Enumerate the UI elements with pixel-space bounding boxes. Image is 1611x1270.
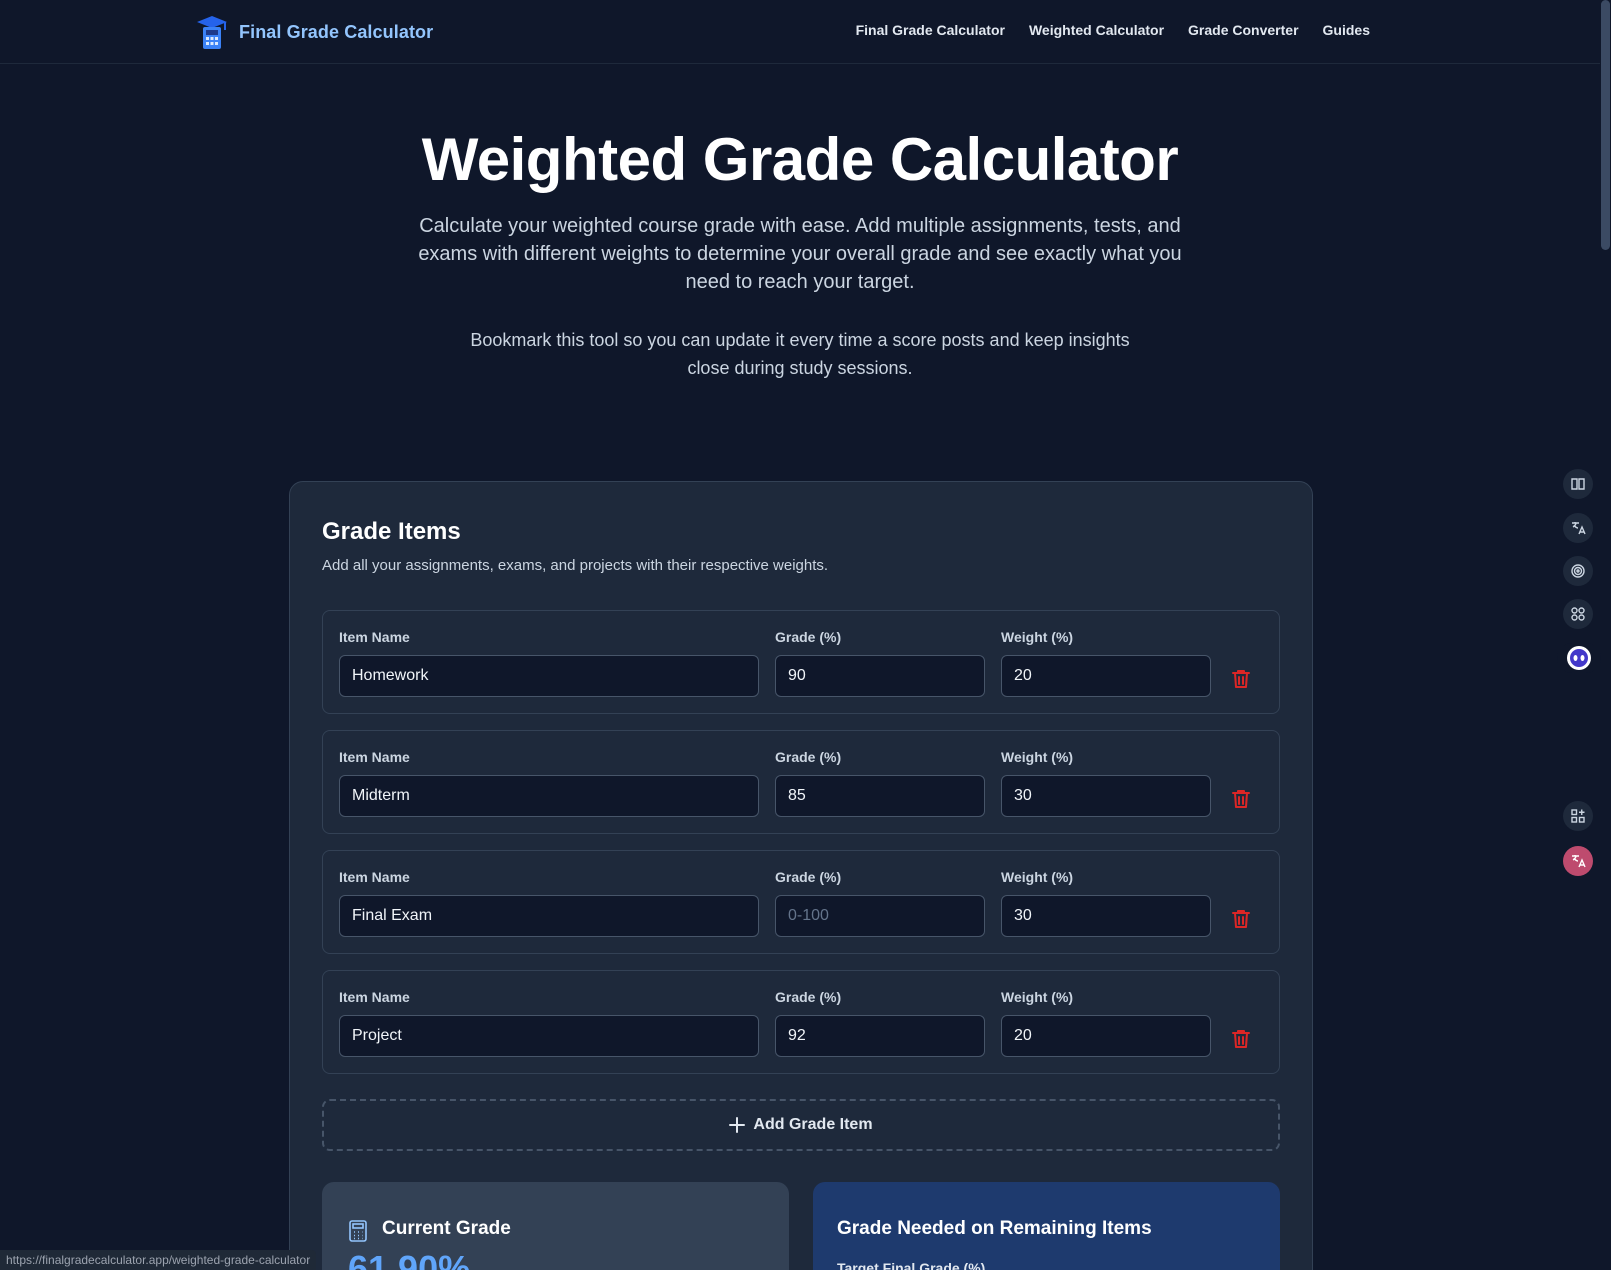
trash-icon [1232,790,1250,808]
current-grade-value: 61.90% [348,1248,471,1270]
grade-label: Grade (%) [775,989,842,1005]
delete-item-button[interactable] [1229,787,1253,811]
weight-input[interactable] [1001,775,1211,817]
brand-name: Final Grade Calculator [239,21,434,42]
weight-input[interactable] [1001,655,1211,697]
item-name-label: Item Name [339,749,410,765]
grade-items-title: Grade Items [322,518,461,545]
translate-icon [1572,855,1586,868]
status-bar-url: https://finalgradecalculator.app/weighte… [0,1250,317,1270]
grade-item-row: Item Name Grade (%) Weight (%) [322,610,1280,714]
grade-item-row: Item Name Grade (%) Weight (%) [322,730,1280,834]
page-title: Weighted Grade Calculator [421,126,1179,193]
grade-needed-title: Grade Needed on Remaining Items [837,1218,1152,1239]
top-navigation-bar: Final Grade Calculator Final Grade Calcu… [0,0,1600,64]
weight-input[interactable] [1001,895,1211,937]
weight-label: Weight (%) [1001,749,1074,765]
item-name-label: Item Name [339,629,410,645]
delete-item-button[interactable] [1229,907,1253,931]
grade-needed-panel: Grade Needed on Remaining Items Target F… [813,1182,1280,1270]
graduation-calculator-icon [197,16,227,49]
weight-label: Weight (%) [1001,989,1074,1005]
broadcast-icon [1571,564,1585,578]
apps-add-icon [1571,809,1585,823]
translate-page-button[interactable] [1563,846,1593,876]
trash-icon [1232,1030,1250,1048]
book-icon [1571,478,1585,490]
hero-lead: Calculate your weighted course grade wit… [418,215,1182,293]
nav-grade-converter[interactable]: Grade Converter [1188,22,1298,38]
assistant-extension-button[interactable] [1557,643,1601,673]
page: Final Grade Calculator Final Grade Calcu… [0,0,1611,1270]
grade-label: Grade (%) [775,629,842,645]
brand[interactable]: Final Grade Calculator [195,14,433,50]
current-grade-panel: Current Grade 61.90% [322,1182,789,1270]
item-name-label: Item Name [339,869,410,885]
grade-label: Grade (%) [775,869,842,885]
hero-section: Weighted Grade Calculator Calculate your… [0,120,1600,382]
calculator-icon [349,1220,367,1242]
delete-item-button[interactable] [1229,667,1253,691]
grade-item-row: Item Name Grade (%) Weight (%) [322,850,1280,954]
add-grade-item-button[interactable]: Add Grade Item [322,1099,1280,1151]
nav-weighted-calculator[interactable]: Weighted Calculator [1029,22,1164,38]
hero-note: Bookmark this tool so you can update it … [470,330,1130,378]
plus-icon [729,1117,746,1133]
trash-icon [1232,670,1250,688]
page-scrollbar[interactable] [1600,0,1611,1270]
grade-items-subtitle: Add all your assignments, exams, and pro… [322,557,829,574]
delete-item-button[interactable] [1229,1027,1253,1051]
bot-face-icon [1567,646,1591,670]
weight-label: Weight (%) [1001,629,1074,645]
item-name-input[interactable] [339,1015,759,1057]
nav-guides[interactable]: Guides [1323,22,1370,38]
item-name-input[interactable] [339,895,759,937]
grade-input[interactable] [775,775,985,817]
add-widget-extension-button[interactable] [1563,801,1593,831]
broadcast-extension-button[interactable] [1563,556,1593,586]
grade-input[interactable] [775,1015,985,1057]
grade-items-card: Grade Items Add all your assignments, ex… [289,481,1313,1270]
grade-input[interactable] [775,655,985,697]
weight-label: Weight (%) [1001,869,1074,885]
command-extension-button[interactable] [1563,599,1593,629]
trash-icon [1232,910,1250,928]
grade-label: Grade (%) [775,749,842,765]
command-icon [1571,607,1585,621]
reader-extension-button[interactable] [1563,469,1593,499]
item-name-input[interactable] [339,775,759,817]
nav-final-grade-calculator[interactable]: Final Grade Calculator [856,22,1005,38]
scrollbar-thumb[interactable] [1601,0,1610,250]
current-grade-title: Current Grade [382,1218,511,1239]
grade-input[interactable] [775,895,985,937]
target-final-grade-label: Target Final Grade (%) [837,1260,986,1270]
add-grade-item-label: Add Grade Item [753,1116,873,1133]
main-nav: Final Grade Calculator Weighted Calculat… [856,22,1370,38]
weight-input[interactable] [1001,1015,1211,1057]
translate-extension-button[interactable] [1563,513,1593,543]
translate-icon [1572,522,1586,535]
item-name-label: Item Name [339,989,410,1005]
item-name-input[interactable] [339,655,759,697]
grade-item-row: Item Name Grade (%) Weight (%) [322,970,1280,1074]
